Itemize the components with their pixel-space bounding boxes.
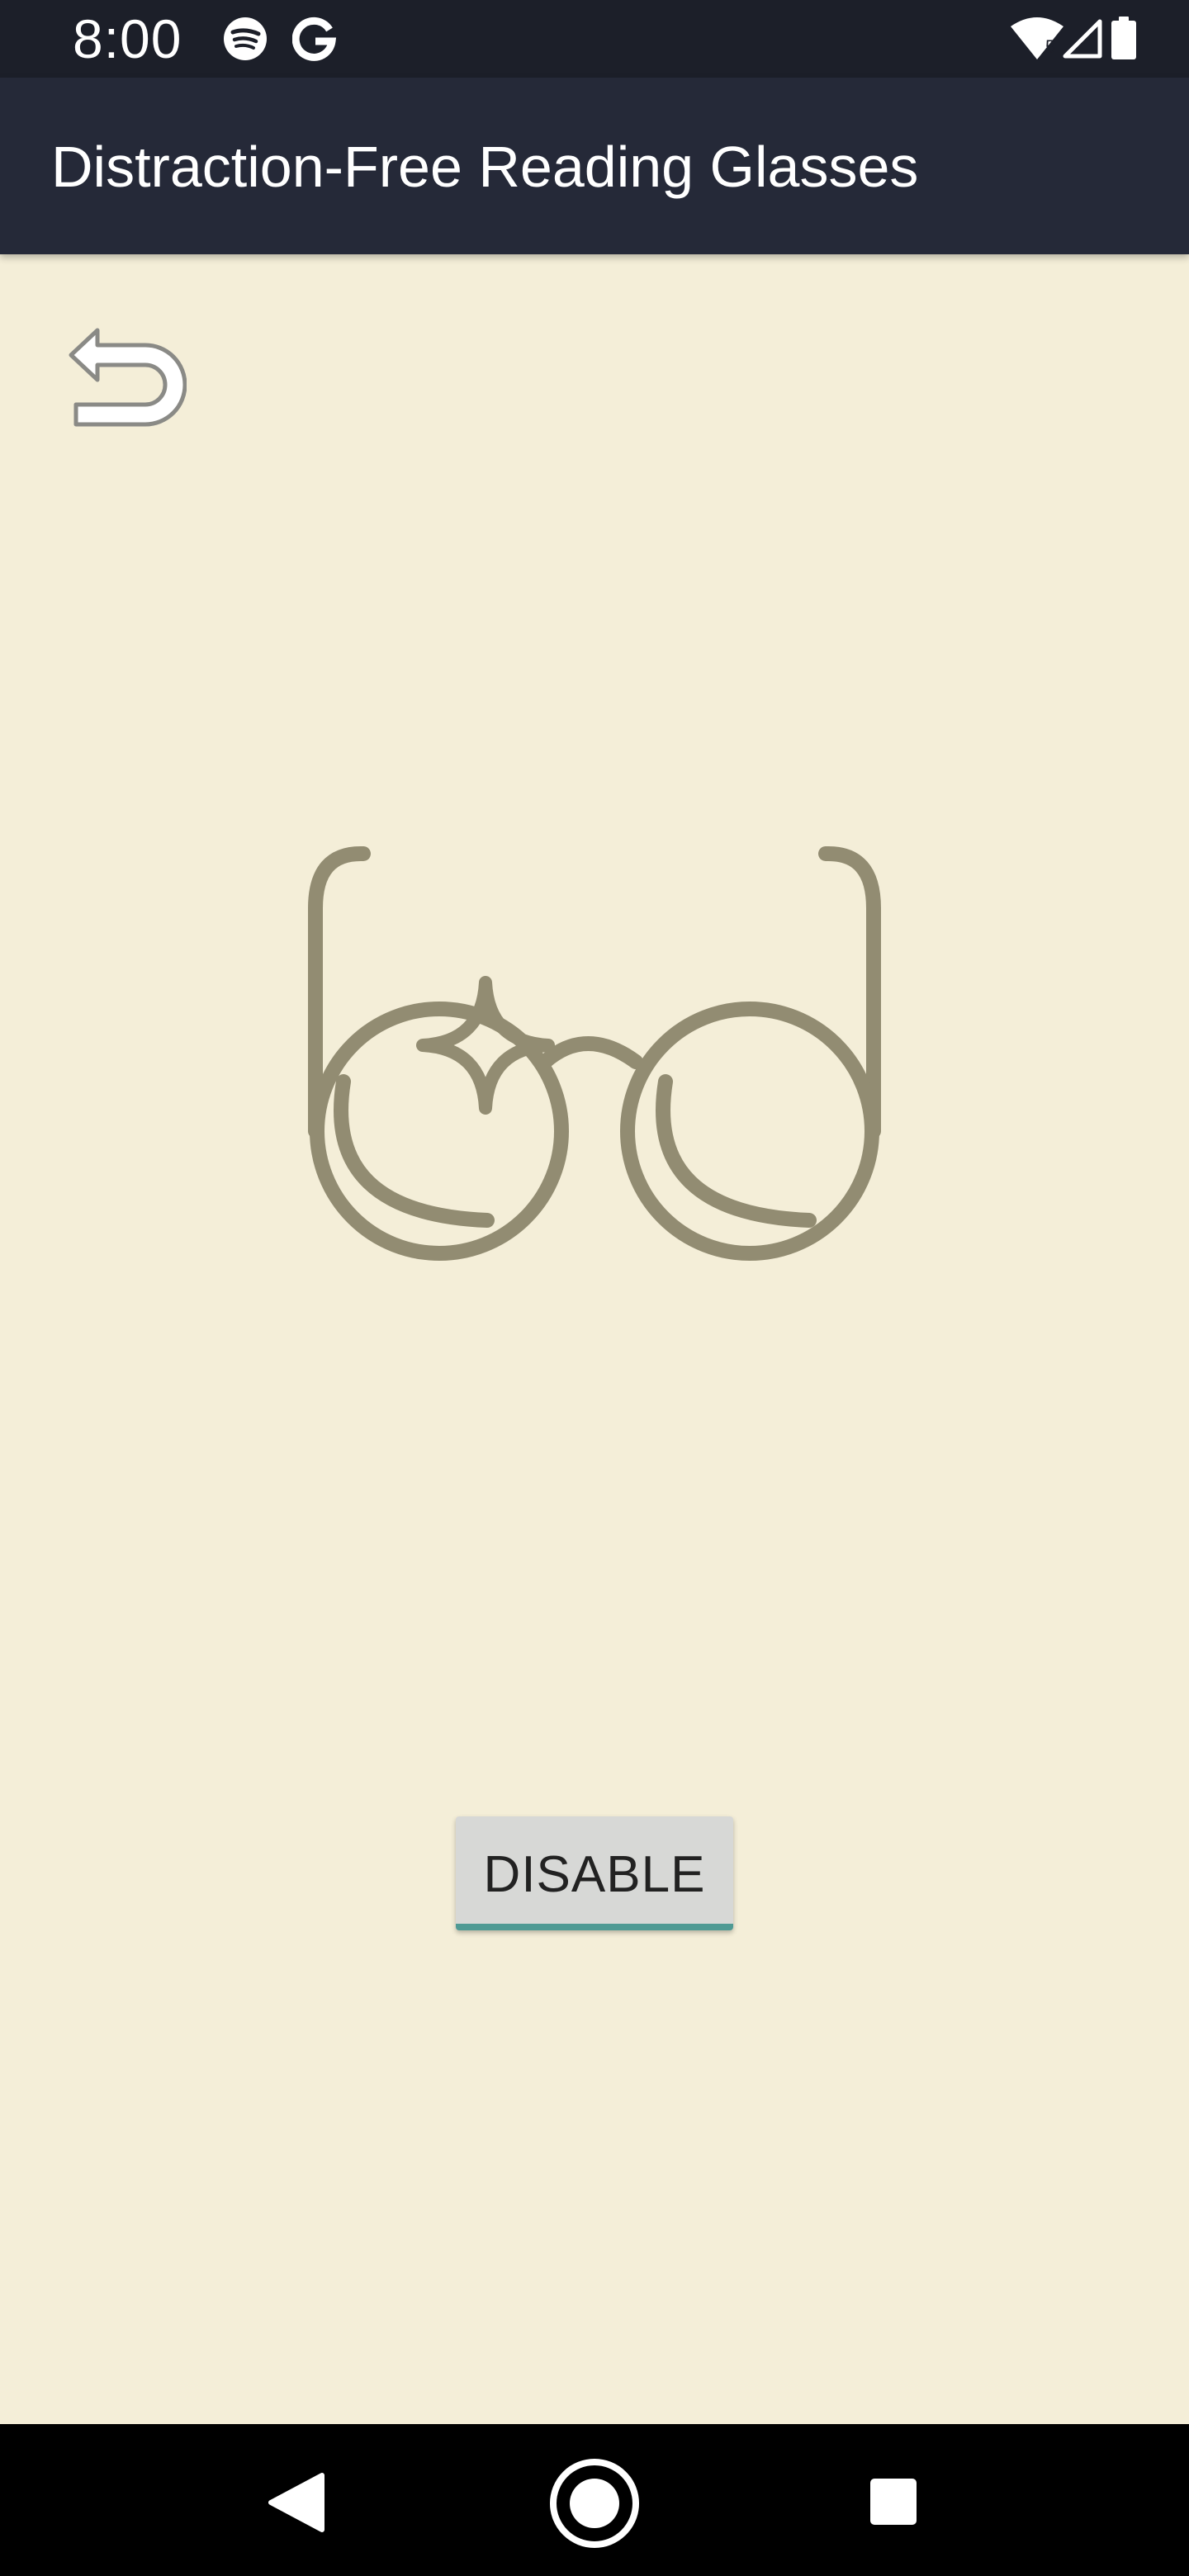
signal-icon (1063, 19, 1102, 59)
nav-recents-icon (870, 2479, 917, 2525)
nav-home-button[interactable] (548, 2457, 641, 2550)
glasses-icon (308, 845, 881, 1261)
status-bar: 8:00 5 (0, 0, 1189, 78)
wifi-icon: 5 (1011, 17, 1063, 59)
back-button[interactable] (64, 322, 187, 438)
spotify-icon (224, 17, 267, 60)
nav-back-icon (268, 2473, 324, 2532)
app-title: Distraction-Free Reading Glasses (51, 135, 919, 199)
disable-button[interactable]: DISABLE (456, 1816, 733, 1930)
app-bar: Distraction-Free Reading Glasses (0, 78, 1189, 254)
disable-button-label: DISABLE (483, 1846, 706, 1903)
google-icon (292, 17, 337, 61)
nav-back-button[interactable] (264, 2472, 330, 2533)
nav-home-icon (550, 2459, 639, 2548)
status-time: 8:00 (73, 8, 182, 69)
navigation-bar (0, 2424, 1189, 2576)
wifi-badge: 5 (1045, 36, 1055, 57)
nav-recents-button[interactable] (869, 2477, 918, 2526)
disable-button-underline (456, 1924, 733, 1930)
undo-arrow-icon (69, 328, 187, 427)
battery-icon (1111, 17, 1136, 59)
